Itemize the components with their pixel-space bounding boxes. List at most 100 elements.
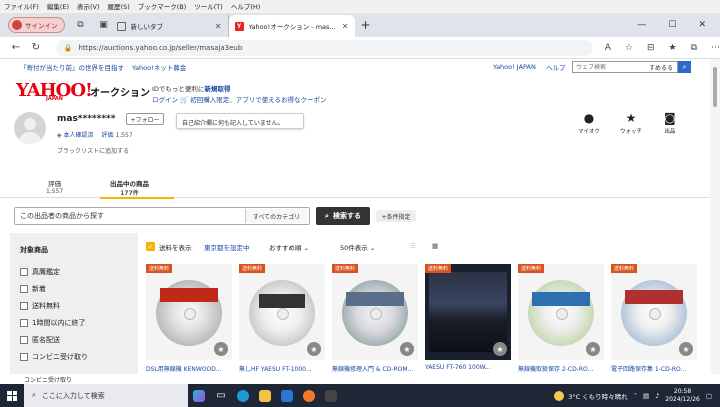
- new-tab-button[interactable]: +: [361, 18, 371, 32]
- product-title[interactable]: 電子回路保存集 1-CD-RO...: [611, 364, 697, 373]
- net-donation-link[interactable]: Yahoo!ネット募金: [132, 62, 186, 72]
- menu-help[interactable]: ヘルプ(H): [231, 1, 260, 11]
- yahoo-japan-link[interactable]: Yahoo! JAPAN: [493, 63, 536, 71]
- menu-edit[interactable]: 編集(E): [47, 1, 69, 11]
- checkbox[interactable]: [20, 285, 28, 293]
- register-link[interactable]: 新規取得: [204, 85, 230, 93]
- web-search-input[interactable]: [573, 62, 647, 72]
- more-icon[interactable]: ⋯: [711, 43, 720, 53]
- product-card[interactable]: 送料無料 ★ YAESU FT-760 100W...: [425, 264, 511, 374]
- menu-view[interactable]: 表示(V): [77, 1, 100, 11]
- store-icon[interactable]: [276, 384, 298, 407]
- checkbox[interactable]: [20, 268, 28, 276]
- show-shipping-checkbox[interactable]: ✓: [146, 242, 155, 251]
- chevron-up-icon[interactable]: ˄: [634, 392, 637, 400]
- close-icon[interactable]: ✕: [215, 22, 222, 31]
- filter-convenience-store[interactable]: コンビニ受け取り: [20, 352, 88, 362]
- menu-tools[interactable]: ツール(T): [194, 1, 223, 11]
- help-link[interactable]: ヘルプ: [546, 62, 566, 72]
- tab-actions-icon[interactable]: ▣: [97, 18, 111, 32]
- product-image[interactable]: 送料無料 ★: [425, 264, 511, 360]
- product-card[interactable]: 送料無料 ★ 無線機修理入門 & CD-ROM...: [332, 264, 418, 374]
- watch-star-icon[interactable]: ★: [679, 342, 693, 356]
- copilot-icon[interactable]: [188, 384, 210, 407]
- profile-button[interactable]: サインイン: [8, 17, 65, 33]
- menu-history[interactable]: 履歴(S): [108, 1, 130, 11]
- sort-select[interactable]: おすすめ順 ⌄: [269, 242, 309, 252]
- follow-button[interactable]: +フォロー: [126, 113, 164, 125]
- scrollbar-thumb[interactable]: [713, 67, 717, 107]
- task-view-icon[interactable]: ▭: [210, 384, 232, 407]
- edge-icon[interactable]: [232, 384, 254, 407]
- rating-label[interactable]: 評価: [102, 132, 114, 139]
- product-title[interactable]: DSL用無線機 KENWOOD...: [146, 364, 232, 373]
- product-title[interactable]: YAESU FT-760 100W...: [425, 364, 511, 371]
- tab-listings[interactable]: 出品中の商品 177件: [100, 178, 174, 199]
- donation-link[interactable]: 「寄付が当たり前」の世界を目指す: [20, 62, 124, 72]
- list-view-icon[interactable]: ☰: [410, 242, 416, 250]
- clock[interactable]: 20:58 2024/12/26: [665, 388, 700, 404]
- menu-file[interactable]: ファイル(F): [4, 1, 39, 11]
- file-explorer-icon[interactable]: [254, 384, 276, 407]
- sell-button[interactable]: ◙ 出品: [664, 111, 676, 135]
- notifications-icon[interactable]: ▢: [706, 392, 712, 400]
- collections-icon[interactable]: ⧉: [691, 43, 697, 53]
- grid-view-icon[interactable]: ▦: [432, 242, 438, 250]
- category-select[interactable]: すべてのカテゴリ: [245, 209, 307, 223]
- volume-icon[interactable]: ♪: [655, 392, 659, 400]
- refresh-icon[interactable]: ↻: [26, 42, 46, 53]
- tab-new-tab[interactable]: 新しいタブ ✕: [111, 15, 229, 37]
- weather-widget[interactable]: 3°C くもり時々晴れ: [554, 390, 628, 401]
- url-field[interactable]: 🔒 https://auctions.yahoo.co.jp/seller/ma…: [55, 39, 593, 56]
- watch-button[interactable]: ★ ウォッチ: [620, 111, 642, 135]
- product-image[interactable]: 送料無料 ★: [518, 264, 604, 360]
- taskbar-search[interactable]: ⌕ ここに入力して検索: [24, 384, 188, 407]
- per-page-select[interactable]: 50件表示 ⌄: [340, 242, 375, 252]
- filter-new[interactable]: 新着: [20, 284, 46, 294]
- product-image[interactable]: 送料無料 ★: [146, 264, 232, 360]
- filter-anonymous[interactable]: 匿名配送: [20, 335, 60, 345]
- tab-yahoo-auction[interactable]: Y Yahoo!オークション - masaja3eub3の... ✕: [228, 15, 355, 37]
- product-title[interactable]: 無線機修理入門 & CD-ROM...: [332, 364, 418, 373]
- show-shipping-label[interactable]: 送料を表示: [159, 242, 192, 252]
- network-icon[interactable]: ▤: [643, 392, 649, 400]
- close-window-icon[interactable]: ✕: [698, 20, 706, 30]
- search-icon[interactable]: ⌕: [678, 61, 691, 73]
- conditions-button[interactable]: +条件指定: [376, 210, 416, 222]
- coupon-text[interactable]: 初回購入限定、アプリで使えるお得なクーポン: [190, 96, 326, 104]
- my-auction-button[interactable]: ● マイオク: [578, 111, 600, 135]
- shipping-destination-link[interactable]: 東京都を設定中: [204, 242, 250, 252]
- product-title[interactable]: 無しHF YAESU FT-1000...: [239, 364, 325, 373]
- menu-bookmarks[interactable]: ブックマーク(B): [138, 1, 187, 11]
- firefox-icon[interactable]: [298, 384, 320, 407]
- product-card[interactable]: 送料無料 ★ 無線機取扱保存 2-CD-RO...: [518, 264, 604, 374]
- watch-star-icon[interactable]: ★: [400, 342, 414, 356]
- shop-search-input[interactable]: この出品者の商品から探す すべてのカテゴリ: [14, 207, 310, 225]
- checkbox[interactable]: [20, 302, 28, 310]
- product-card[interactable]: 送料無料 ★ 無しHF YAESU FT-1000...: [239, 264, 325, 374]
- close-icon[interactable]: ✕: [342, 22, 349, 31]
- watch-star-icon[interactable]: ★: [214, 342, 228, 356]
- filter-ending-soon[interactable]: 1時間以内に終了: [20, 318, 85, 328]
- filter-free-shipping[interactable]: 送料無料: [20, 301, 60, 311]
- split-screen-icon[interactable]: ⊟: [647, 43, 655, 53]
- verified-text[interactable]: 本人確認済: [64, 132, 94, 139]
- login-link[interactable]: ログイン: [152, 96, 178, 104]
- watch-star-icon[interactable]: ★: [307, 342, 321, 356]
- favorites-icon[interactable]: ★: [669, 43, 677, 53]
- product-card[interactable]: 送料無料 ★ 電子回路保存集 1-CD-RO...: [611, 264, 697, 374]
- app-icon[interactable]: [320, 384, 342, 407]
- start-button[interactable]: [0, 384, 24, 407]
- minimize-icon[interactable]: —: [637, 20, 646, 30]
- favorite-star-icon[interactable]: ☆: [625, 43, 633, 53]
- product-image[interactable]: 送料無料 ★: [239, 264, 325, 360]
- workspaces-icon[interactable]: ⧉: [74, 18, 88, 32]
- product-image[interactable]: 送料無料 ★: [611, 264, 697, 360]
- checkbox[interactable]: [20, 336, 28, 344]
- product-title[interactable]: 無線機取扱保存 2-CD-RO...: [518, 364, 604, 373]
- shop-search-button[interactable]: ⌕ 検索する: [316, 207, 370, 225]
- product-image[interactable]: 送料無料 ★: [332, 264, 418, 360]
- blacklist-link[interactable]: ブラックリストに追加する: [57, 146, 129, 155]
- back-icon[interactable]: ←: [6, 42, 26, 53]
- filter-authenticity[interactable]: 真贋鑑定: [20, 267, 60, 277]
